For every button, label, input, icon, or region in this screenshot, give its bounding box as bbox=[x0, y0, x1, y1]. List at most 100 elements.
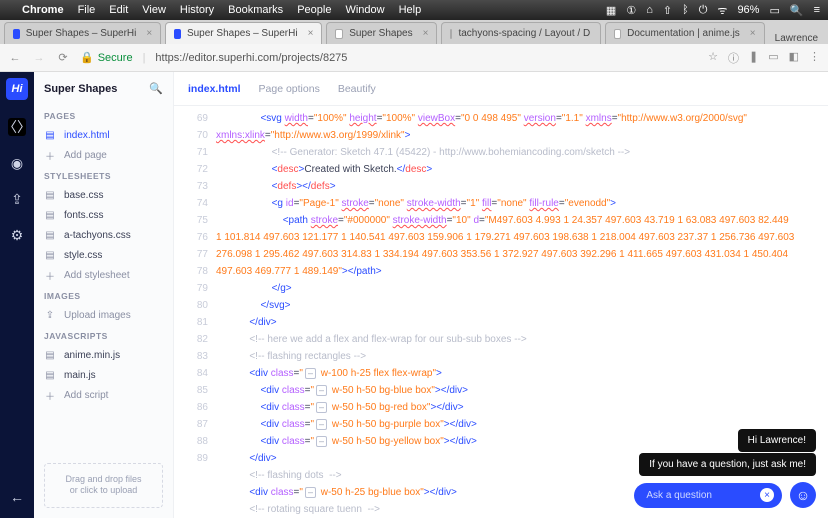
file-label: base.css bbox=[64, 190, 103, 201]
add-label: Add script bbox=[64, 390, 108, 401]
status-icon[interactable]: ᛒ bbox=[682, 4, 689, 16]
status-icon[interactable]: ① bbox=[626, 4, 636, 17]
browser-tab[interactable]: Super Shapes – SuperHi × bbox=[165, 22, 322, 44]
file-label: a-tachyons.css bbox=[64, 230, 131, 241]
chat-avatar-icon[interactable]: ☺ bbox=[790, 482, 816, 508]
sidebar-file-index[interactable]: ▤ index.html bbox=[34, 125, 173, 145]
browser-tab[interactable]: Super Shapes × bbox=[326, 22, 437, 44]
file-icon: ▤ bbox=[44, 189, 56, 201]
chrome-menu-icon[interactable]: ⋮ bbox=[809, 50, 820, 66]
sidebar-file[interactable]: ▤ fonts.css bbox=[34, 205, 173, 225]
extension-icon[interactable]: ▭ bbox=[768, 50, 778, 66]
back-button-icon[interactable]: ← bbox=[8, 52, 22, 64]
favicon-icon bbox=[13, 29, 20, 39]
sidebar-file[interactable]: ▤ base.css bbox=[34, 185, 173, 205]
menubar-item[interactable]: View bbox=[142, 4, 166, 16]
upload-icon[interactable]: ⇪ bbox=[8, 190, 26, 208]
file-label: anime.min.js bbox=[64, 350, 120, 361]
code-editor-panel: index.html Page options Beautify 6970717… bbox=[174, 72, 828, 518]
status-icon[interactable]: ⌂ bbox=[646, 4, 653, 16]
browser-toolbar: ← → ⟳ 🔒 Secure | https://editor.superhi.… bbox=[0, 44, 828, 72]
menubar-item[interactable]: Edit bbox=[109, 4, 128, 16]
menubar-item[interactable]: Window bbox=[345, 4, 384, 16]
close-tab-icon[interactable]: × bbox=[600, 28, 601, 39]
upload-images-button[interactable]: ⇪ Upload images bbox=[34, 305, 173, 325]
sidebar-file[interactable]: ▤ main.js bbox=[34, 365, 173, 385]
menubar-item[interactable]: History bbox=[180, 4, 214, 16]
section-pages: PAGES bbox=[34, 105, 173, 125]
page-options-button[interactable]: Page options bbox=[259, 83, 320, 95]
file-icon: ▤ bbox=[44, 369, 56, 381]
close-tab-icon[interactable]: × bbox=[423, 28, 429, 39]
battery-icon: ▭ bbox=[769, 4, 779, 17]
menubar-item[interactable]: People bbox=[297, 4, 331, 16]
menubar-item[interactable]: File bbox=[78, 4, 96, 16]
status-icon[interactable]: ⏻ bbox=[699, 4, 708, 17]
close-tab-icon[interactable]: × bbox=[308, 28, 314, 39]
sidebar-file[interactable]: ▤anime.min.js bbox=[34, 345, 173, 365]
add-label: Add page bbox=[64, 150, 107, 161]
tab-label: Documentation | anime.js bbox=[627, 28, 740, 39]
file-label: fonts.css bbox=[64, 210, 103, 221]
status-icon[interactable]: ▦ bbox=[606, 4, 616, 17]
add-stylesheet-button[interactable]: ＋Add stylesheet bbox=[34, 265, 173, 285]
search-icon[interactable]: 🔍 bbox=[149, 82, 163, 95]
tab-label: Super Shapes – SuperHi bbox=[26, 28, 137, 39]
favicon-icon bbox=[450, 29, 452, 39]
close-tab-icon[interactable]: × bbox=[750, 28, 756, 39]
chat-input[interactable]: Ask a question × bbox=[634, 483, 782, 508]
menubar-app[interactable]: Chrome bbox=[22, 4, 64, 16]
sidebar-file[interactable]: ▤style.css bbox=[34, 245, 173, 265]
back-rail-icon[interactable]: ← bbox=[8, 488, 26, 506]
browser-tab[interactable]: tachyons-spacing / Layout / D × bbox=[441, 22, 601, 44]
editor-filename[interactable]: index.html bbox=[188, 83, 241, 95]
secure-label: Secure bbox=[98, 52, 133, 64]
tab-label: tachyons-spacing / Layout / D bbox=[458, 28, 590, 39]
menubar-item[interactable]: Bookmarks bbox=[228, 4, 283, 16]
section-stylesheets: STYLESHEETS bbox=[34, 165, 173, 185]
file-label: main.js bbox=[64, 370, 96, 381]
browser-profile-name[interactable]: Lawrence bbox=[765, 33, 828, 44]
sidebar-file[interactable]: ▤ a-tachyons.css bbox=[34, 225, 173, 245]
lock-icon: 🔒 bbox=[80, 51, 94, 64]
browser-tab[interactable]: Documentation | anime.js × bbox=[605, 22, 764, 44]
editor-topbar: index.html Page options Beautify bbox=[174, 72, 828, 106]
chat-close-icon[interactable]: × bbox=[760, 488, 774, 502]
address-url[interactable]: https://editor.superhi.com/projects/8275 bbox=[155, 52, 347, 64]
add-page-button[interactable]: ＋ Add page bbox=[34, 145, 173, 165]
code-view-icon[interactable]: 〈〉 bbox=[8, 118, 26, 136]
plus-icon: ＋ bbox=[44, 269, 56, 281]
beautify-button[interactable]: Beautify bbox=[338, 83, 376, 95]
chat-prompt-bubble: If you have a question, just ask me! bbox=[639, 453, 816, 476]
file-icon: ▤ bbox=[44, 229, 56, 241]
plus-icon: ＋ bbox=[44, 149, 56, 161]
browser-tab[interactable]: Super Shapes – SuperHi × bbox=[4, 22, 161, 44]
menu-extras-icon[interactable]: ≡ bbox=[814, 4, 820, 16]
chat-placeholder: Ask a question bbox=[646, 490, 712, 501]
bookmark-icon[interactable]: ☆ bbox=[708, 50, 718, 66]
add-label: Upload images bbox=[64, 310, 131, 321]
extension-icon[interactable]: ❚ bbox=[749, 50, 758, 66]
extension-icon[interactable]: ⓘ bbox=[728, 50, 739, 66]
spotlight-icon[interactable]: 🔍 bbox=[790, 4, 804, 17]
app-root: Hi 〈〉 ◉ ⇪ ⚙ ← Super Shapes 🔍 PAGES ▤ ind… bbox=[0, 72, 828, 518]
superhi-logo-icon[interactable]: Hi bbox=[6, 78, 28, 100]
secure-indicator[interactable]: 🔒 Secure bbox=[80, 51, 133, 64]
upload-icon: ⇪ bbox=[44, 309, 56, 321]
settings-icon[interactable]: ⚙ bbox=[8, 226, 26, 244]
close-tab-icon[interactable]: × bbox=[146, 28, 152, 39]
reload-button-icon[interactable]: ⟳ bbox=[56, 51, 70, 64]
extension-icon[interactable]: ◧ bbox=[789, 50, 799, 66]
wifi-icon[interactable]: ᯤ bbox=[717, 3, 727, 18]
status-icon[interactable]: ⇧ bbox=[663, 4, 672, 17]
tab-label: Super Shapes bbox=[349, 28, 412, 39]
preview-icon[interactable]: ◉ bbox=[8, 154, 26, 172]
tab-label: Super Shapes – SuperHi bbox=[187, 28, 298, 39]
file-icon: ▤ bbox=[44, 129, 56, 141]
macos-menubar: Chrome File Edit View History Bookmarks … bbox=[0, 0, 828, 20]
forward-button-icon: → bbox=[32, 52, 46, 64]
menubar-item[interactable]: Help bbox=[399, 4, 422, 16]
add-script-button[interactable]: ＋Add script bbox=[34, 385, 173, 405]
drop-zone[interactable]: Drag and drop files or click to upload bbox=[44, 463, 163, 508]
file-icon: ▤ bbox=[44, 209, 56, 221]
